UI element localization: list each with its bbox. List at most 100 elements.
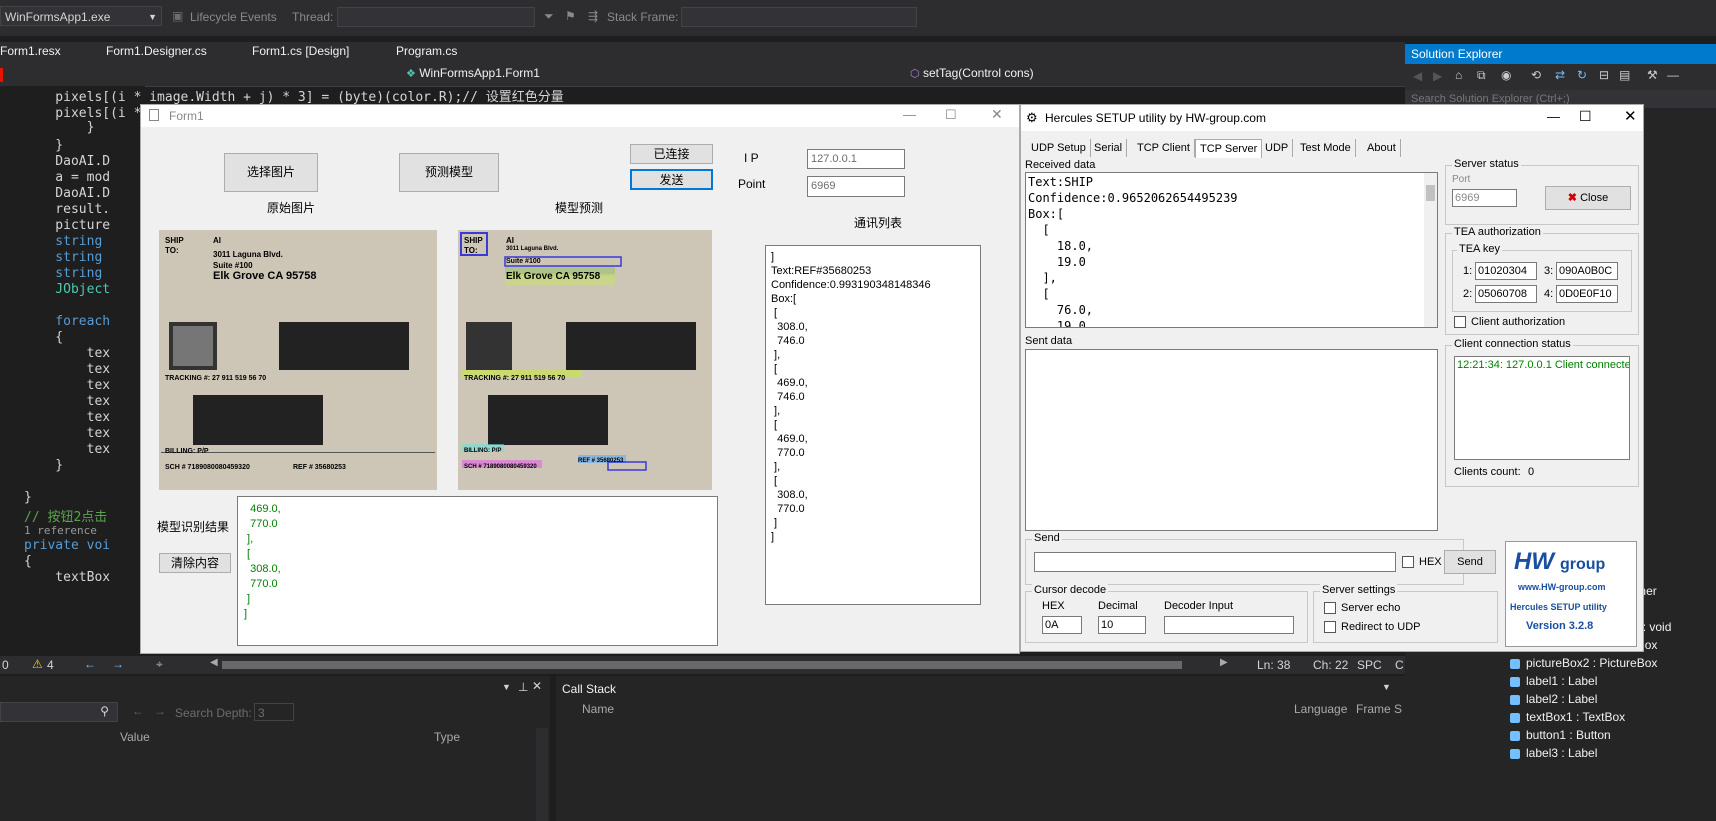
member-combo[interactable]: ⬡ setTag(Control cons) (910, 66, 1400, 84)
search-input[interactable]: ⚲ (0, 702, 118, 722)
flag-icon[interactable]: ⚑ (565, 9, 576, 23)
client-list[interactable]: 12:21:34: 127.0.0.1 Client connected (1454, 356, 1630, 460)
minimize-icon[interactable]: — (903, 107, 916, 122)
point-input[interactable]: 6969 (807, 176, 905, 197)
checkbox-box[interactable] (1324, 602, 1336, 615)
close-icon[interactable]: ✕ (532, 679, 542, 693)
redirect-udp-checkbox[interactable]: Redirect to UDP (1324, 621, 1420, 634)
received-scrollbar[interactable] (1424, 173, 1437, 327)
show-all-icon[interactable]: ▤ (1619, 68, 1630, 82)
comm-list-textbox[interactable]: ] Text:REF#35680253 Confidence:0.9931903… (765, 245, 981, 605)
send-button[interactable]: 发送 (630, 169, 713, 190)
thread-combo[interactable] (337, 7, 535, 27)
pin-icon[interactable]: ⊥ (518, 680, 528, 694)
hex-checkbox[interactable]: HEX (1402, 556, 1442, 569)
send-input[interactable] (1034, 552, 1396, 572)
search-depth-combo[interactable]: 3 (254, 703, 294, 721)
sent-data-textbox[interactable] (1025, 349, 1438, 531)
tab-program[interactable]: Program.cs (396, 44, 457, 58)
home-icon[interactable]: ⌂ (1455, 68, 1462, 82)
error-count[interactable]: 0 (2, 658, 9, 672)
stack-frame-combo[interactable] (681, 7, 917, 27)
decoder-input-field[interactable] (1164, 616, 1294, 634)
maximize-icon[interactable]: ☐ (1579, 108, 1592, 125)
client-entry[interactable]: 12:21:34: 127.0.0.1 Client connected (1457, 359, 1629, 371)
close-icon[interactable]: ✕ (991, 106, 1003, 123)
collapse-icon[interactable]: ⊟ (1599, 68, 1609, 82)
pin-icon[interactable]: — (1667, 68, 1679, 82)
tab-udp[interactable]: UDP (1261, 139, 1294, 157)
cursor-hex-input[interactable]: 0A (1042, 616, 1082, 634)
tab-form1-design[interactable]: Form1.cs [Design] (252, 44, 349, 58)
tab-test-mode[interactable]: Test Mode (1296, 139, 1356, 157)
search-back-icon[interactable]: ← (132, 704, 144, 718)
tab-serial[interactable]: Serial (1090, 139, 1128, 157)
key3-input[interactable]: 090A0B0C (1556, 262, 1618, 280)
tab-form1-resx[interactable]: Form1.resx (0, 44, 61, 58)
brush-icon[interactable]: ⌖ (156, 657, 163, 672)
warning-count[interactable]: 4 (47, 658, 54, 672)
key2-input[interactable]: 05060708 (1475, 285, 1537, 303)
send-data-button[interactable]: Send (1444, 550, 1496, 574)
chevron-down-icon[interactable]: ▼ (1382, 682, 1391, 692)
search-forward-icon[interactable]: → (154, 704, 166, 718)
globe-icon[interactable]: ◉ (1501, 68, 1511, 82)
maximize-icon[interactable]: ☐ (945, 107, 957, 123)
chevron-down-icon[interactable]: ▼ (502, 682, 511, 692)
checkbox-box[interactable] (1402, 556, 1414, 569)
column-name[interactable]: Name (582, 702, 614, 716)
wrench-icon[interactable]: ⚒ (1647, 68, 1658, 82)
checkbox-box[interactable] (1324, 621, 1336, 634)
column-value[interactable]: Value (120, 730, 150, 744)
scroll-left-icon[interactable]: ◀ (210, 657, 218, 668)
scroll-right-icon[interactable]: ▶ (1220, 657, 1228, 668)
key1-input[interactable]: 01020304 (1475, 262, 1537, 280)
connected-button[interactable]: 已连接 (630, 144, 713, 164)
cursor-decimal-input[interactable]: 10 (1098, 616, 1146, 634)
scrollbar-thumb[interactable] (1426, 185, 1435, 201)
lifecycle-events-label[interactable]: Lifecycle Events (190, 10, 277, 24)
solution-item[interactable]: button1 : Button (1510, 728, 1611, 742)
column-frame[interactable]: Frame S (1356, 702, 1402, 716)
server-echo-checkbox[interactable]: Server echo (1324, 602, 1400, 615)
tab-udp-setup[interactable]: UDP Setup (1027, 139, 1091, 157)
horizontal-scrollbar[interactable] (222, 661, 1182, 669)
filter-icon[interactable]: ⏷ (544, 9, 554, 24)
received-data-textbox[interactable]: Text:SHIP Confidence:0.9652062654495239 … (1025, 172, 1438, 328)
tab-tcp-server[interactable]: TCP Server (1195, 139, 1263, 158)
sync-icon[interactable]: ⇄ (1555, 68, 1565, 82)
close-icon[interactable]: ✕ (1624, 107, 1637, 125)
column-type[interactable]: Type (434, 730, 460, 744)
solution-item[interactable]: label2 : Label (1510, 692, 1597, 706)
class-combo[interactable]: ❖ WinFormsApp1.Form1 (406, 66, 904, 84)
select-image-button[interactable]: 选择图片 (224, 153, 318, 192)
solution-item[interactable]: textBox1 : TextBox (1510, 710, 1625, 724)
ip-input[interactable]: 127.0.0.1 (807, 149, 905, 169)
solution-item[interactable]: pictureBox2 : PictureBox (1510, 656, 1657, 670)
project-combo[interactable]: WinFormsApp1.exe ▼ (0, 6, 162, 26)
predict-model-button[interactable]: 预测模型 (399, 153, 499, 192)
tab-about[interactable]: About (1363, 139, 1401, 157)
model-result-textbox[interactable]: 469.0, 770.0 ], [ 308.0, 770.0 ] ] (237, 496, 718, 646)
vertical-scrollbar[interactable] (536, 728, 548, 821)
arrow-right-icon[interactable]: → (112, 657, 124, 671)
refresh-icon[interactable]: ↻ (1577, 68, 1587, 82)
tab-form1-designer[interactable]: Form1.Designer.cs (106, 44, 207, 58)
clear-content-button[interactable]: 清除内容 (159, 553, 231, 573)
history-icon[interactable]: ⟲ (1531, 68, 1541, 82)
solution-item[interactable]: label3 : Label (1510, 746, 1597, 760)
solution-item[interactable]: label1 : Label (1510, 674, 1597, 688)
arrow-left-icon[interactable]: ← (84, 657, 96, 671)
forward-icon[interactable]: ▶ (1433, 69, 1442, 83)
port-input[interactable]: 6969 (1452, 189, 1517, 207)
back-icon[interactable]: ◀ (1413, 69, 1422, 83)
column-language[interactable]: Language (1294, 702, 1347, 716)
close-server-button[interactable]: ✖ Close (1545, 186, 1631, 210)
client-auth-checkbox[interactable]: Client authorization (1454, 316, 1565, 329)
key4-input[interactable]: 0D0E0F10 (1556, 285, 1618, 303)
tab-tcp-client[interactable]: TCP Client (1133, 139, 1195, 157)
checkbox-box[interactable] (1454, 316, 1466, 329)
hw-group-logo[interactable]: HW group www.HW-group.com Hercules SETUP… (1505, 541, 1637, 647)
switch-views-icon[interactable]: ⧉ (1477, 68, 1486, 83)
minimize-icon[interactable]: — (1547, 109, 1560, 124)
